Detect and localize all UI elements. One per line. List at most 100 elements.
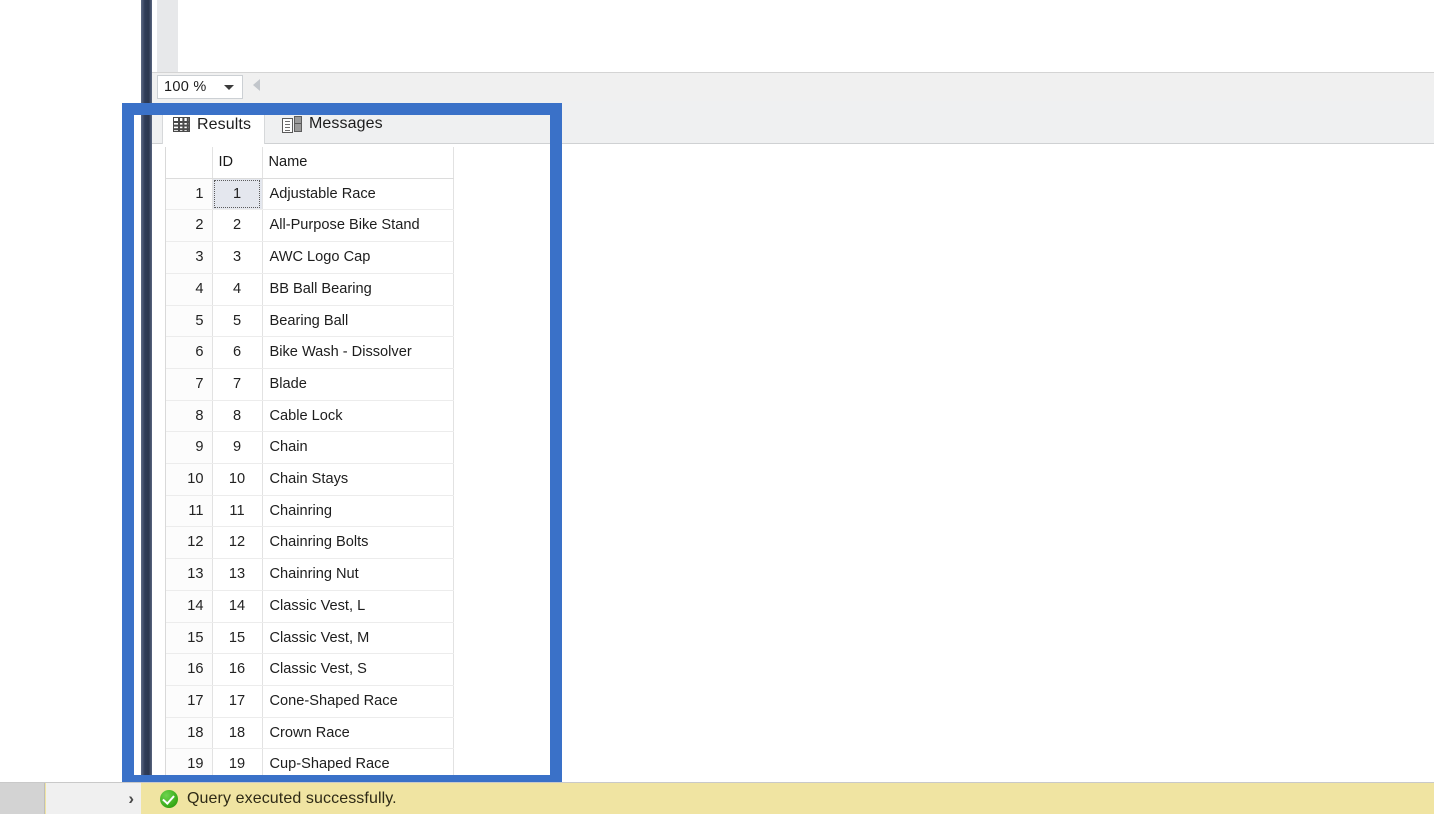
- cell-name[interactable]: Classic Vest, M: [262, 622, 454, 655]
- cell-name[interactable]: Cup-Shaped Race: [262, 748, 454, 782]
- chevron-right-icon[interactable]: ›: [128, 790, 134, 807]
- status-message-group: Query executed successfully.: [160, 783, 397, 814]
- row-number-cell[interactable]: 11: [166, 495, 213, 528]
- cell-id[interactable]: 16: [212, 653, 263, 686]
- cell-id[interactable]: 13: [212, 558, 263, 591]
- row-number-cell[interactable]: 2: [166, 209, 213, 243]
- cell-name[interactable]: Chainring Nut: [262, 558, 454, 591]
- cell-name[interactable]: Adjustable Race: [262, 178, 454, 211]
- cell-id[interactable]: 6: [212, 336, 263, 369]
- results-grid[interactable]: ID Name 1 1 Adjustable Race 2 2 All-Purpose B…: [165, 147, 454, 800]
- table-row[interactable]: 8 8 Cable Lock: [166, 400, 454, 433]
- cell-name[interactable]: All-Purpose Bike Stand: [262, 209, 454, 243]
- row-number-cell[interactable]: 16: [166, 653, 213, 686]
- cell-id[interactable]: 17: [212, 685, 263, 718]
- collapsed-panel-splitter[interactable]: [141, 0, 152, 796]
- cell-name[interactable]: AWC Logo Cap: [262, 241, 454, 274]
- row-number-cell[interactable]: 10: [166, 463, 213, 496]
- cell-name[interactable]: Chain: [262, 431, 454, 465]
- cell-id[interactable]: 12: [212, 526, 263, 560]
- table-row[interactable]: 17 17 Cone-Shaped Race: [166, 685, 454, 718]
- cell-id[interactable]: 15: [212, 622, 263, 655]
- table-row[interactable]: 7 7 Blade: [166, 368, 454, 401]
- zoom-level-combobox[interactable]: 100 %: [157, 75, 243, 99]
- grid-icon: [173, 117, 190, 132]
- cell-id[interactable]: 3: [212, 241, 263, 274]
- row-number-cell[interactable]: 9: [166, 431, 213, 465]
- cell-id[interactable]: 19: [212, 748, 263, 782]
- ssms-window: 100 % Results Messages ID Name 1 1 Adjus…: [0, 0, 1434, 814]
- row-number-cell[interactable]: 19: [166, 748, 213, 782]
- status-bar: › Query executed successfully.: [0, 782, 1434, 814]
- triangle-left-icon[interactable]: [253, 79, 260, 91]
- table-row[interactable]: 6 6 Bike Wash - Dissolver: [166, 336, 454, 369]
- row-number-cell[interactable]: 8: [166, 400, 213, 433]
- table-row[interactable]: 13 13 Chainring Nut: [166, 558, 454, 591]
- table-row[interactable]: 15 15 Classic Vest, M: [166, 622, 454, 655]
- table-row[interactable]: 19 19 Cup-Shaped Race: [166, 748, 454, 782]
- query-editor-area[interactable]: [178, 0, 1434, 72]
- table-row[interactable]: 3 3 AWC Logo Cap: [166, 241, 454, 274]
- table-row[interactable]: 4 4 BB Ball Bearing: [166, 273, 454, 306]
- table-row[interactable]: 18 18 Crown Race: [166, 717, 454, 750]
- tab-messages[interactable]: Messages: [272, 104, 396, 144]
- table-row[interactable]: 10 10 Chain Stays: [166, 463, 454, 496]
- cell-id[interactable]: 9: [212, 431, 263, 465]
- row-number-cell[interactable]: 18: [166, 717, 213, 750]
- cell-name[interactable]: Chainring: [262, 495, 454, 528]
- cell-id[interactable]: 10: [212, 463, 263, 496]
- row-number-cell[interactable]: 4: [166, 273, 213, 306]
- cell-id[interactable]: 1: [212, 178, 263, 211]
- table-row[interactable]: 2 2 All-Purpose Bike Stand: [166, 209, 454, 243]
- cell-id[interactable]: 4: [212, 273, 263, 306]
- cell-name[interactable]: Bearing Ball: [262, 305, 454, 338]
- status-bar-expand-pane[interactable]: ›: [46, 783, 141, 814]
- tab-results-label: Results: [197, 115, 252, 133]
- chevron-down-icon[interactable]: [224, 85, 234, 90]
- cell-id[interactable]: 8: [212, 400, 263, 433]
- column-header-id[interactable]: ID: [212, 147, 263, 179]
- table-row[interactable]: 11 11 Chainring: [166, 495, 454, 528]
- cell-id[interactable]: 7: [212, 368, 263, 401]
- table-row[interactable]: 16 16 Classic Vest, S: [166, 653, 454, 686]
- cell-name[interactable]: Bike Wash - Dissolver: [262, 336, 454, 369]
- table-row[interactable]: 1 1 Adjustable Race: [166, 178, 454, 211]
- row-number-cell[interactable]: 5: [166, 305, 213, 338]
- cell-name[interactable]: BB Ball Bearing: [262, 273, 454, 306]
- row-number-cell[interactable]: 3: [166, 241, 213, 274]
- cell-name[interactable]: Classic Vest, L: [262, 590, 454, 623]
- row-number-cell[interactable]: 1: [166, 178, 213, 211]
- column-header-rownum[interactable]: [166, 147, 213, 179]
- cell-id[interactable]: 5: [212, 305, 263, 338]
- row-number-cell[interactable]: 14: [166, 590, 213, 623]
- tab-messages-label: Messages: [309, 115, 383, 132]
- table-row[interactable]: 9 9 Chain: [166, 431, 454, 465]
- table-row[interactable]: 14 14 Classic Vest, L: [166, 590, 454, 623]
- cell-name[interactable]: Chainring Bolts: [262, 526, 454, 560]
- row-number-cell[interactable]: 13: [166, 558, 213, 591]
- cell-id[interactable]: 14: [212, 590, 263, 623]
- row-number-cell[interactable]: 6: [166, 336, 213, 369]
- editor-status-strip: 100 %: [152, 72, 1434, 103]
- cell-id[interactable]: 2: [212, 209, 263, 243]
- grid-body: 1 1 Adjustable Race 2 2 All-Purpose Bike Stan…: [166, 178, 454, 782]
- cell-name[interactable]: Cable Lock: [262, 400, 454, 433]
- cell-name[interactable]: Crown Race: [262, 717, 454, 750]
- grid-header-row: ID Name: [166, 147, 454, 179]
- results-pane: Results Messages ID Name 1 1 Adjustable …: [152, 101, 1434, 800]
- row-number-cell[interactable]: 15: [166, 622, 213, 655]
- cell-id[interactable]: 11: [212, 495, 263, 528]
- table-row[interactable]: 5 5 Bearing Ball: [166, 305, 454, 338]
- cell-name[interactable]: Classic Vest, S: [262, 653, 454, 686]
- cell-name[interactable]: Blade: [262, 368, 454, 401]
- tab-results[interactable]: Results: [162, 104, 266, 144]
- table-row[interactable]: 12 12 Chainring Bolts: [166, 526, 454, 560]
- cell-name[interactable]: Cone-Shaped Race: [262, 685, 454, 718]
- success-check-icon: [160, 789, 178, 808]
- row-number-cell[interactable]: 17: [166, 685, 213, 718]
- cell-id[interactable]: 18: [212, 717, 263, 750]
- column-header-name[interactable]: Name: [262, 147, 454, 179]
- row-number-cell[interactable]: 7: [166, 368, 213, 401]
- row-number-cell[interactable]: 12: [166, 526, 213, 560]
- cell-name[interactable]: Chain Stays: [262, 463, 454, 496]
